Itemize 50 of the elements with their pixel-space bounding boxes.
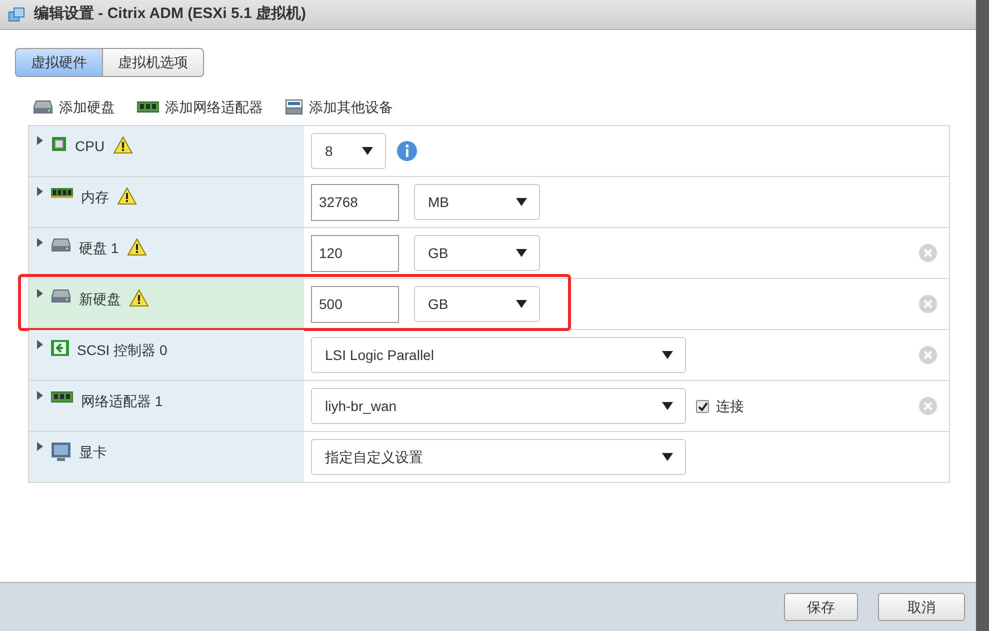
dropdown[interactable]: liyh-br_wan [311, 388, 686, 424]
device-icon [285, 99, 303, 115]
network-card-icon [51, 391, 73, 403]
monitor-icon [51, 442, 71, 462]
caret-icon [516, 198, 527, 206]
dropdown[interactable]: MB [414, 184, 540, 220]
chip-icon [51, 136, 67, 152]
tab[interactable]: 虚拟机选项 [103, 48, 204, 77]
caret-icon [662, 351, 673, 359]
checkbox[interactable] [696, 400, 709, 412]
caret-icon [662, 402, 673, 410]
info-icon[interactable] [396, 140, 418, 162]
memory-icon [51, 187, 73, 199]
caret-icon[interactable] [37, 187, 43, 196]
device-name: 内存 [81, 188, 109, 207]
size-field[interactable]: 32768 [311, 184, 399, 220]
device-name: 硬盘 1 [79, 239, 119, 258]
dropdown[interactable]: GB [414, 286, 540, 322]
network-card-icon [137, 101, 159, 113]
caret-icon[interactable] [37, 340, 43, 349]
caret-icon [516, 300, 527, 308]
toolbar-button[interactable]: 添加其他设备 [285, 96, 393, 118]
size-field[interactable]: 120 [311, 234, 399, 272]
device-name: 新硬盘 [79, 290, 121, 309]
caret-icon [662, 453, 673, 461]
device-name: 网络适配器 1 [81, 392, 163, 411]
dropdown[interactable]: GB [414, 235, 540, 271]
dialog-button[interactable]: 取消 [878, 593, 965, 621]
dropdown[interactable]: LSI Logic Parallel [311, 337, 686, 373]
toolbar-button[interactable]: 添加硬盘 [33, 96, 115, 118]
device-name: CPU [75, 137, 105, 156]
device-name: SCSI 控制器 0 [77, 341, 168, 360]
caret-icon [362, 147, 373, 155]
caret-icon[interactable] [37, 442, 43, 451]
dialog-button[interactable]: 保存 [784, 593, 858, 621]
caret-icon[interactable] [37, 136, 43, 145]
caret-icon[interactable] [37, 238, 43, 247]
dropdown[interactable]: 指定自定义设置 [311, 439, 686, 475]
device-name: 显卡 [79, 443, 107, 462]
caret-icon[interactable] [37, 289, 43, 298]
checkbox-label: 连接 [716, 396, 744, 416]
controller-icon [51, 340, 69, 356]
window-title: 编辑设置 - Citrix ADM (ESXi 5.1 虚拟机) [34, 4, 306, 24]
caret-icon[interactable] [37, 391, 43, 400]
size-field[interactable]: 500 [311, 286, 399, 322]
tab[interactable]: 虚拟硬件 [15, 48, 103, 77]
caret-icon [516, 249, 527, 257]
window-icon [8, 6, 26, 22]
toolbar-button[interactable]: 添加网络适配器 [137, 96, 263, 118]
dropdown[interactable]: 8 [311, 133, 386, 169]
